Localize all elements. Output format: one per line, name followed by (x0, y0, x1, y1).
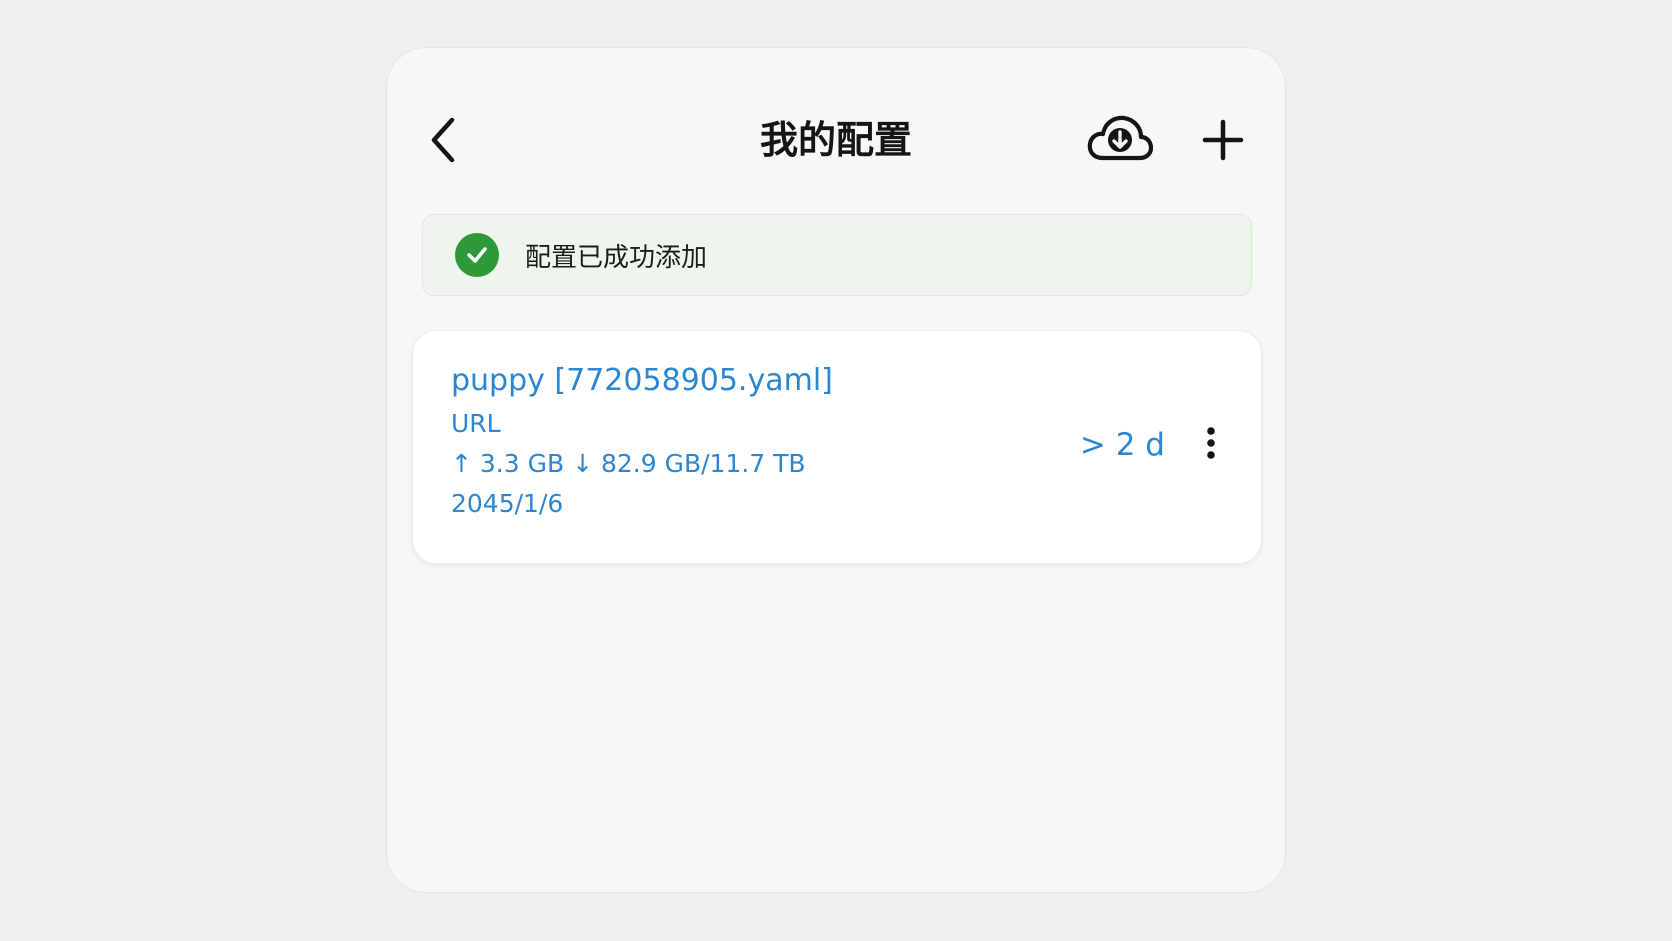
cloud-download-icon (1087, 115, 1153, 161)
chevron-left-icon (431, 117, 455, 163)
profile-more-button[interactable] (1189, 419, 1233, 467)
toast-message: 配置已成功添加 (525, 242, 708, 273)
more-vertical-icon (1207, 427, 1215, 459)
import-button[interactable] (1082, 106, 1158, 172)
profile-expire-date: 2045/1/6 (451, 489, 564, 518)
profile-update-time: > 2 d (1079, 427, 1165, 463)
profile-type: URL (451, 409, 501, 438)
profile-traffic: ↑ 3.3 GB ↓ 82.9 GB/11.7 TB (451, 449, 806, 478)
success-toast: 配置已成功添加 (422, 214, 1252, 296)
profiles-panel: 我的配置 配置已成功添加 puppy [772058905.yaml] URL … (386, 47, 1286, 893)
profile-name: puppy [772058905.yaml] (451, 363, 833, 398)
back-button[interactable] (419, 112, 467, 168)
add-profile-button[interactable] (1195, 110, 1251, 170)
profile-card[interactable]: puppy [772058905.yaml] URL ↑ 3.3 GB ↓ 82… (412, 330, 1262, 564)
plus-icon (1202, 119, 1244, 161)
header: 我的配置 (387, 48, 1285, 228)
check-circle-icon (455, 233, 499, 277)
